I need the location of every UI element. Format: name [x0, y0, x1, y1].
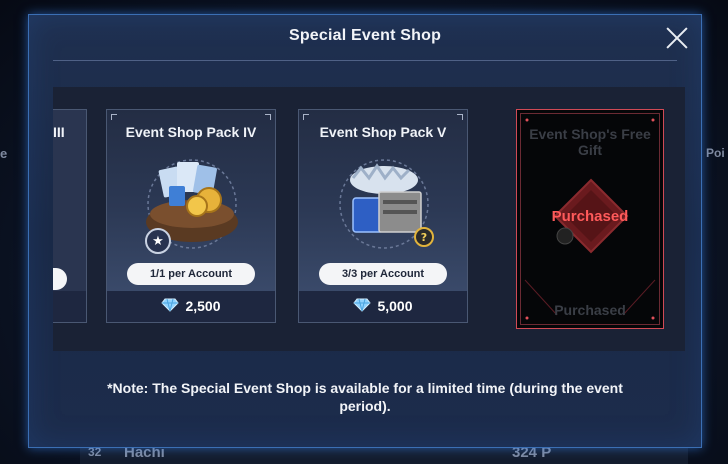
free-gift-footer: Purchased: [554, 302, 626, 318]
shop-items-strip[interactable]: III Event Shop Pack IV ★ 1/1 per Account: [53, 87, 685, 351]
question-icon: ?: [414, 227, 434, 247]
close-icon[interactable]: [665, 26, 689, 50]
price-bar[interactable]: 5,000: [299, 291, 467, 322]
purchase-limit-pill: 3/3 per Account: [319, 263, 447, 285]
shop-card-free-gift: Event Shop's Free Gift Purchased Purchas…: [516, 109, 664, 329]
title-divider: [53, 60, 677, 61]
purchase-limit-pill: 1/1 per Account: [127, 263, 255, 285]
shop-card-partial[interactable]: III: [53, 109, 87, 323]
free-gift-title: Event Shop's Free Gift: [529, 126, 651, 158]
price-value: 2,500: [185, 298, 221, 314]
shop-card-pack-iv[interactable]: Event Shop Pack IV ★ 1/1 per Account 2,5…: [106, 109, 276, 323]
background-left-text: e: [0, 146, 8, 161]
gem-icon: [353, 292, 372, 323]
event-shop-modal: Special Event Shop III Event Shop Pack I…: [28, 14, 702, 448]
event-note: *Note: The Special Event Shop is availab…: [107, 380, 623, 414]
star-icon: ★: [145, 228, 171, 254]
price-value: 5,000: [377, 298, 413, 314]
purchased-label: Purchased: [551, 208, 629, 225]
gem-icon: [161, 292, 180, 323]
partial-price-bar: [53, 291, 86, 322]
svg-text:?: ?: [421, 231, 427, 244]
background-right-text: Poi: [706, 146, 725, 160]
card-title: Event Shop Pack V: [319, 124, 447, 140]
partial-card-title: III: [53, 124, 65, 140]
card-title: Event Shop Pack IV: [125, 124, 257, 140]
shop-card-pack-v[interactable]: Event Shop Pack V ? 3/3 per Account 5,00…: [298, 109, 468, 323]
partial-limit-pill: [53, 268, 67, 290]
modal-title: Special Event Shop: [288, 27, 442, 44]
price-bar[interactable]: 2,500: [107, 291, 275, 322]
